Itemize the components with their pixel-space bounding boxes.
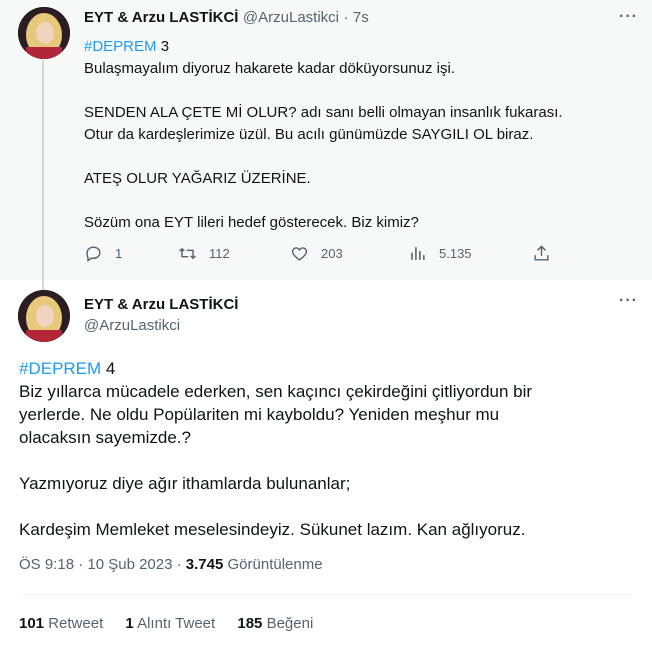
- quotes-count: 1: [125, 615, 134, 632]
- share-button[interactable]: [532, 244, 563, 263]
- more-icon[interactable]: ···: [619, 8, 638, 26]
- retweet-icon: [179, 247, 196, 260]
- hashtag-link[interactable]: #DEPREM: [19, 359, 101, 378]
- author-name[interactable]: EYT & Arzu LASTİKCİ: [84, 9, 238, 26]
- divider: [19, 594, 633, 595]
- share-icon: [534, 245, 549, 261]
- tweet-3[interactable]: EYT & Arzu LASTİKCİ @ArzuLastikci · 7s ·…: [0, 0, 652, 292]
- tweet-stats: 101 Retweet 1 Alıntı Tweet 185 Beğeni: [19, 615, 331, 632]
- author-handle[interactable]: @ArzuLastikci: [84, 317, 238, 334]
- retweets-label: Retweet: [48, 615, 104, 632]
- hashtag-link[interactable]: #DEPREM: [84, 38, 157, 55]
- reply-button[interactable]: 1: [84, 244, 122, 263]
- author-handle[interactable]: @ArzuLastikci: [243, 9, 339, 26]
- tweet-line: Bulaşmayalım diyoruz hakarete kadar dökü…: [84, 60, 456, 77]
- tweet-line: Sözüm ona EYT lileri hedef gösterecek. B…: [84, 214, 419, 231]
- tweet-line: Yazmıyoruz diye ağır ithamlarda bulunanl…: [19, 474, 351, 493]
- tweet-actions: 1 112 203 5.135: [84, 244, 564, 266]
- views-icon: [411, 247, 425, 260]
- retweet-button[interactable]: 112: [178, 244, 230, 263]
- thread-number: 3: [160, 38, 170, 55]
- reply-icon: [86, 246, 101, 263]
- views-button[interactable]: 5.135: [408, 244, 472, 263]
- likes-count: 185: [237, 615, 263, 632]
- quotes-stat[interactable]: 1 Alıntı Tweet: [125, 615, 215, 632]
- tweet-time[interactable]: 7s: [353, 9, 369, 26]
- likes-label: Beğeni: [266, 615, 314, 632]
- thread-line: [42, 60, 44, 292]
- more-icon[interactable]: ···: [619, 292, 638, 310]
- tweet-line: Biz yıllarca mücadele ederken, sen kaçın…: [19, 382, 533, 401]
- avatar[interactable]: [18, 7, 70, 59]
- quotes-label: Alıntı Tweet: [137, 615, 216, 632]
- tweet-line: Otur da kardeşlerimize üzül. Bu acılı gü…: [84, 126, 534, 143]
- views-label: Görüntülenme: [227, 556, 323, 573]
- tweet-text: #DEPREM 3 Bulaşmayalım diyoruz hakarete …: [84, 36, 634, 234]
- separator: ·: [343, 9, 349, 26]
- tweet-line: Kardeşim Memleket meselesindeyiz. Sükune…: [19, 520, 526, 539]
- view-count: 5.135: [439, 246, 472, 261]
- tweet-line: ATEŞ OLUR YAĞARIZ ÜZERİNE.: [84, 170, 311, 187]
- reply-count: 1: [115, 246, 123, 261]
- like-icon: [291, 247, 308, 261]
- retweets-stat[interactable]: 101 Retweet: [19, 615, 103, 632]
- tweet-line: SENDEN ALA ÇETE Mİ OLUR? adı sanı belli …: [84, 104, 563, 121]
- like-count: 203: [321, 246, 343, 261]
- like-button[interactable]: 203: [290, 244, 343, 263]
- tweet-line: yerlerde. Ne oldu Popülariten mi kaybold…: [19, 405, 500, 424]
- avatar[interactable]: [18, 290, 70, 342]
- retweet-count: 112: [209, 246, 230, 261]
- tweet-text: #DEPREM 4 Biz yıllarca mücadele ederken,…: [19, 357, 629, 541]
- tweet-line: olacaksın sayemizde.?: [19, 428, 191, 447]
- tweet-header: EYT & Arzu LASTİKCİ @ArzuLastikci: [84, 296, 238, 334]
- tweet-header: EYT & Arzu LASTİKCİ @ArzuLastikci · 7s: [84, 9, 369, 27]
- retweets-count: 101: [19, 615, 45, 632]
- likes-stat[interactable]: 185 Beğeni: [237, 615, 313, 632]
- views-count: 3.745: [185, 556, 224, 573]
- tweet-meta: ÖS 9:18 · 10 Şub 2023 · 3.745 Görüntülen…: [19, 556, 323, 573]
- tweet-timestamp[interactable]: ÖS 9:18 · 10 Şub 2023 ·: [19, 556, 182, 573]
- thread-number: 4: [105, 359, 116, 378]
- author-name[interactable]: EYT & Arzu LASTİKCİ: [84, 296, 238, 313]
